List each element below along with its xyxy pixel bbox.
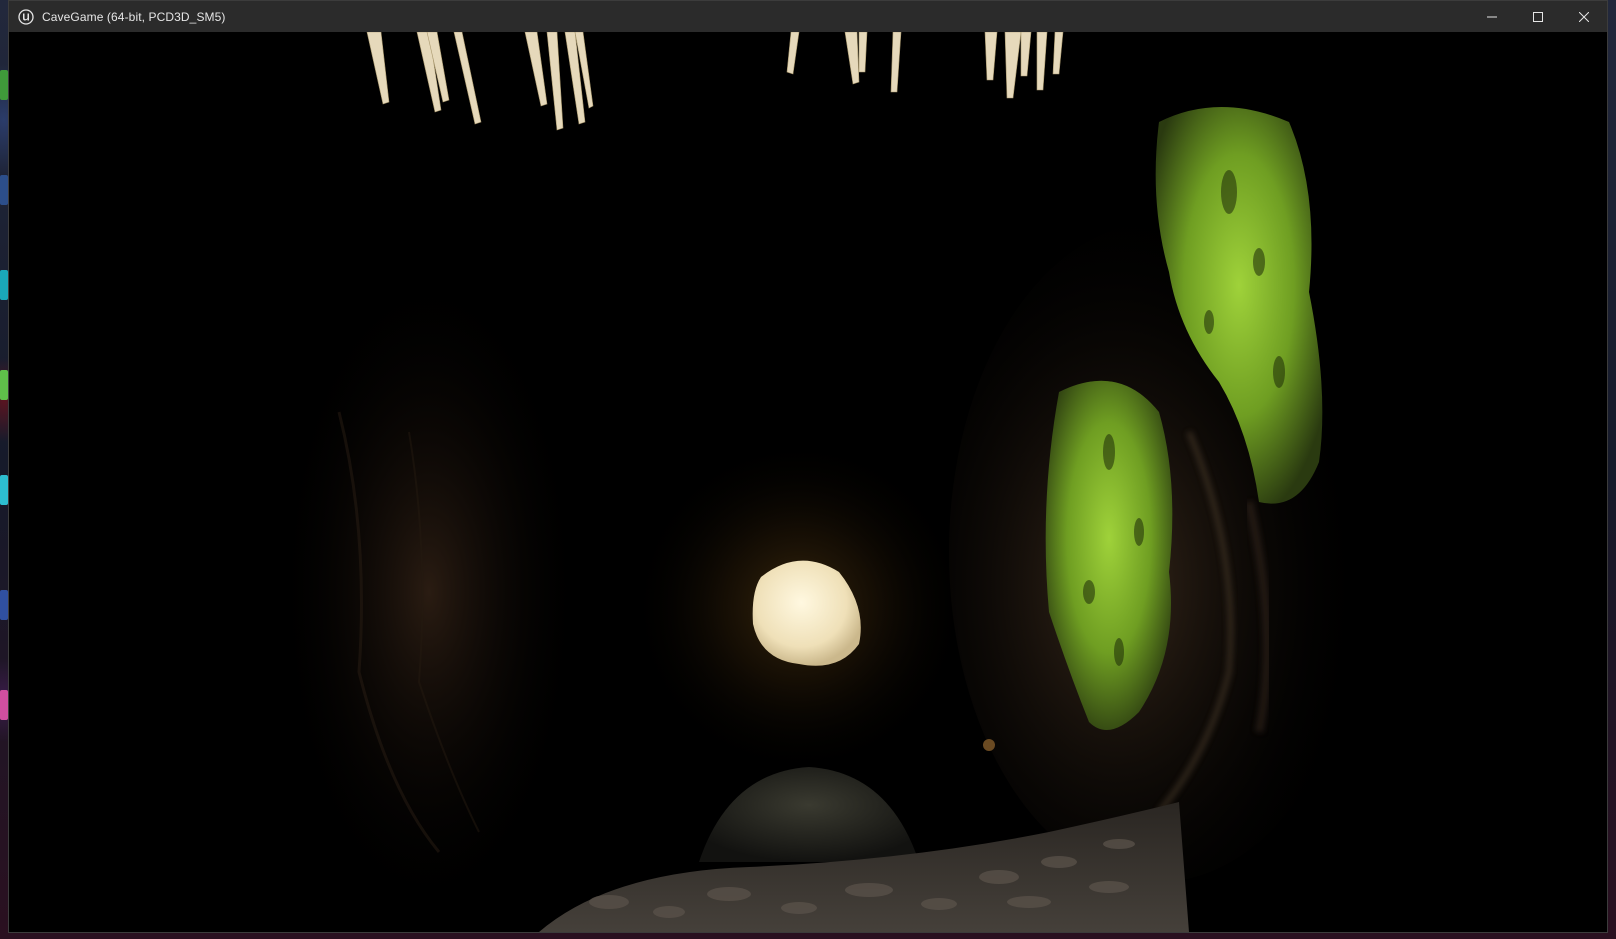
window-controls bbox=[1469, 1, 1607, 32]
title-bar[interactable]: CaveGame (64-bit, PCD3D_SM5) bbox=[9, 1, 1607, 32]
window-title: CaveGame (64-bit, PCD3D_SM5) bbox=[42, 9, 226, 24]
maximize-button[interactable] bbox=[1515, 1, 1561, 32]
desktop-icon-pink[interactable] bbox=[0, 690, 8, 720]
desktop-icon-green[interactable] bbox=[0, 370, 8, 400]
minimize-button[interactable] bbox=[1469, 1, 1515, 32]
unreal-engine-icon bbox=[18, 8, 34, 25]
game-window[interactable]: CaveGame (64-bit, PCD3D_SM5) bbox=[8, 0, 1608, 933]
close-button[interactable] bbox=[1561, 1, 1607, 32]
desktop-icon-green[interactable] bbox=[0, 70, 8, 100]
close-icon bbox=[1579, 11, 1589, 22]
stalactites bbox=[366, 32, 1064, 131]
left-cave-wall bbox=[289, 292, 569, 892]
game-viewport[interactable] bbox=[9, 32, 1607, 932]
desktop-icon-blue[interactable] bbox=[0, 175, 8, 205]
desktop-icon-cyan[interactable] bbox=[0, 270, 8, 300]
maximize-icon bbox=[1533, 11, 1543, 22]
desktop-icon-cyan[interactable] bbox=[0, 475, 8, 505]
cave-scene bbox=[289, 32, 1369, 932]
small-ember bbox=[983, 739, 995, 751]
boulder bbox=[699, 767, 919, 862]
minimize-icon bbox=[1487, 16, 1497, 17]
desktop-icon-blue[interactable] bbox=[0, 590, 8, 620]
